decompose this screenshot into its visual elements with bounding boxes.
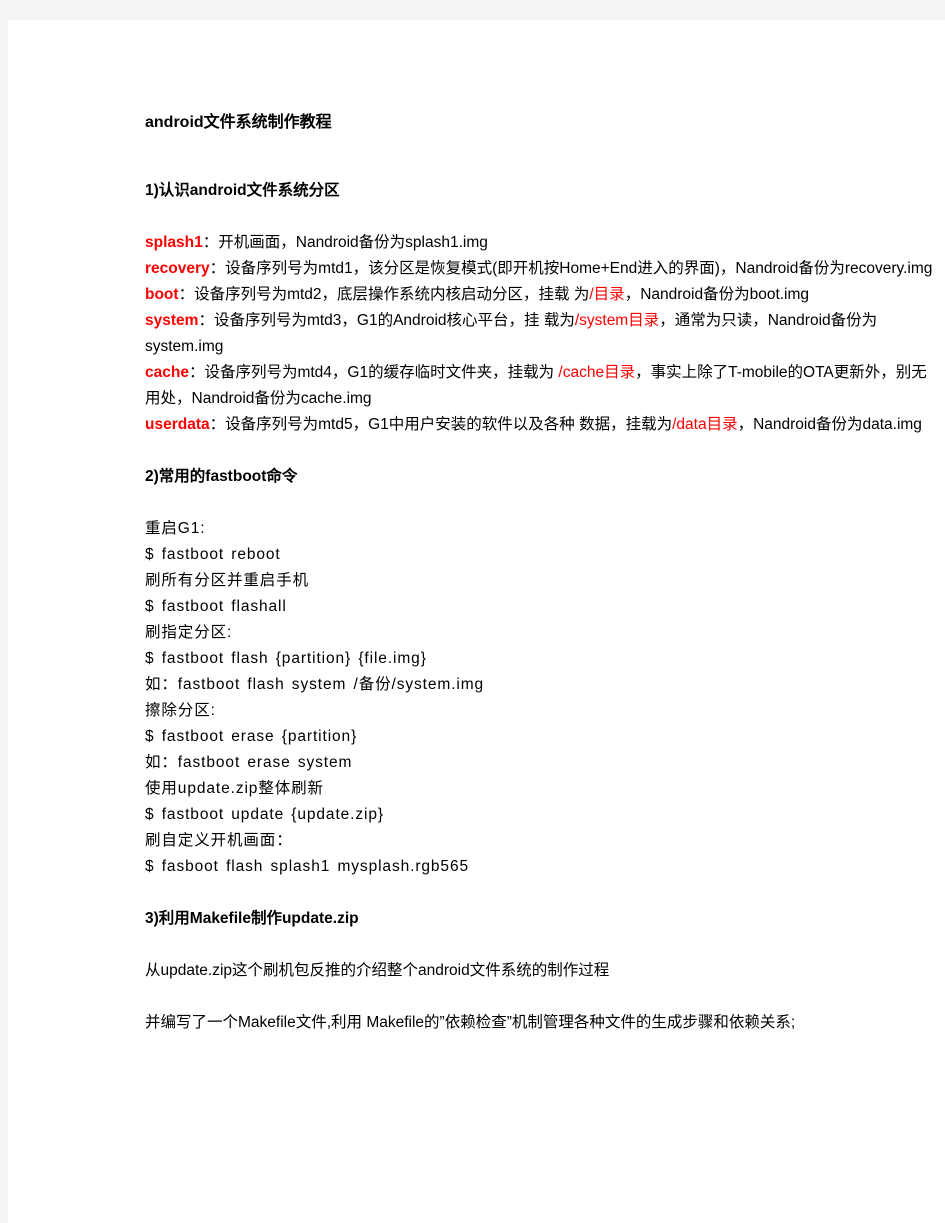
command-line: 刷自定义开机画面： [145,832,293,849]
partition-desc-before: 设备序列号为mtd4，G1的缓存临时文件夹，挂载为 [204,364,559,381]
partition-item-system: system：设备序列号为mtd3，G1的Android核心平台，挂 载为/sy… [145,308,935,360]
partition-name: splash1 [145,234,203,251]
section-heading-3: 3)利用Makefile制作update.zip [145,910,359,927]
partition-name: recovery [145,260,210,277]
partition-desc-before: 设备序列号为mtd5，G1中用户安装的软件以及各种 数据，挂载为 [225,416,673,433]
command-line: 刷指定分区: [145,624,233,641]
partition-desc-before: 设备序列号为mtd1，该分区是恢复模式(即开机按Home+End进入的界面)，N… [225,260,933,277]
body-paragraph: 从update.zip这个刷机包反推的介绍整个android文件系统的制作过程 [145,962,610,979]
document-body: android文件系统制作教程 1)认识android文件系统分区 splash… [145,110,935,1036]
partition-name: boot [145,286,179,303]
partition-desc-before: 设备序列号为mtd3，G1的Android核心平台，挂 载为 [213,312,575,329]
partition-list: splash1：开机画面，Nandroid备份为splash1.img reco… [145,230,935,438]
command-line: 擦除分区: [145,702,216,719]
partition-item-splash1: splash1：开机画面，Nandroid备份为splash1.img [145,230,935,256]
partition-name: system [145,312,199,329]
section-heading-2: 2)常用的fastboot命令 [145,468,298,485]
partition-name: userdata [145,416,210,433]
partition-separator: ： [202,234,219,251]
page-title: android文件系统制作教程 [145,114,332,131]
partition-desc-before: 开机画面，Nandroid备份为splash1.img [218,234,488,251]
partition-separator: ： [188,364,205,381]
partition-separator: ： [209,260,226,277]
partition-item-recovery: recovery：设备序列号为mtd1，该分区是恢复模式(即开机按Home+En… [145,256,935,282]
command-line: $ fastboot reboot [145,546,281,563]
section-heading-1: 1)认识android文件系统分区 [145,182,340,199]
partition-desc-before: 设备序列号为mtd2，底层操作系统内核启动分区，挂载 为 [194,286,590,303]
partition-mount-path: /data目录 [672,416,738,433]
partition-mount-path: /cache目录 [558,364,636,381]
partition-item-userdata: userdata：设备序列号为mtd5，G1中用户安装的软件以及各种 数据，挂载… [145,412,935,438]
command-line: 使用update.zip整体刷新 [145,780,324,797]
command-line: $ fastboot erase {partition} [145,728,358,745]
command-line: $ fastboot flash {partition} {file.img} [145,650,427,667]
partition-item-boot: boot：设备序列号为mtd2，底层操作系统内核启动分区，挂载 为/目录，Nan… [145,282,935,308]
partition-desc-after: ，Nandroid备份为data.img [737,416,922,433]
command-line: 如：fastboot flash system /备份/system.img [145,676,485,693]
partition-mount-path: /system目录 [574,312,660,329]
command-line: 如：fastboot erase system [145,754,353,771]
command-line: $ fastboot flashall [145,598,287,615]
command-line: $ fasboot flash splash1 mysplash.rgb565 [145,858,469,875]
document-page: android文件系统制作教程 1)认识android文件系统分区 splash… [8,20,945,1223]
command-line: 刷所有分区并重启手机 [145,572,310,589]
partition-separator: ： [198,312,214,329]
command-line: $ fastboot update {update.zip} [145,806,384,823]
partition-desc-after: ，Nandroid备份为boot.img [624,286,810,303]
partition-name: cache [145,364,189,381]
partition-separator: ： [209,416,226,433]
partition-separator: ： [178,286,195,303]
body-paragraph: 并编写了一个Makefile文件,利用 Makefile的”依赖检查”机制管理各… [145,1014,796,1031]
command-line: 重启G1: [145,520,206,537]
fastboot-command-list: 重启G1: $ fastboot reboot 刷所有分区并重启手机 $ fas… [145,516,935,880]
partition-item-cache: cache：设备序列号为mtd4，G1的缓存临时文件夹，挂载为 /cache目录… [145,360,935,412]
partition-mount-path: /目录 [589,286,625,303]
